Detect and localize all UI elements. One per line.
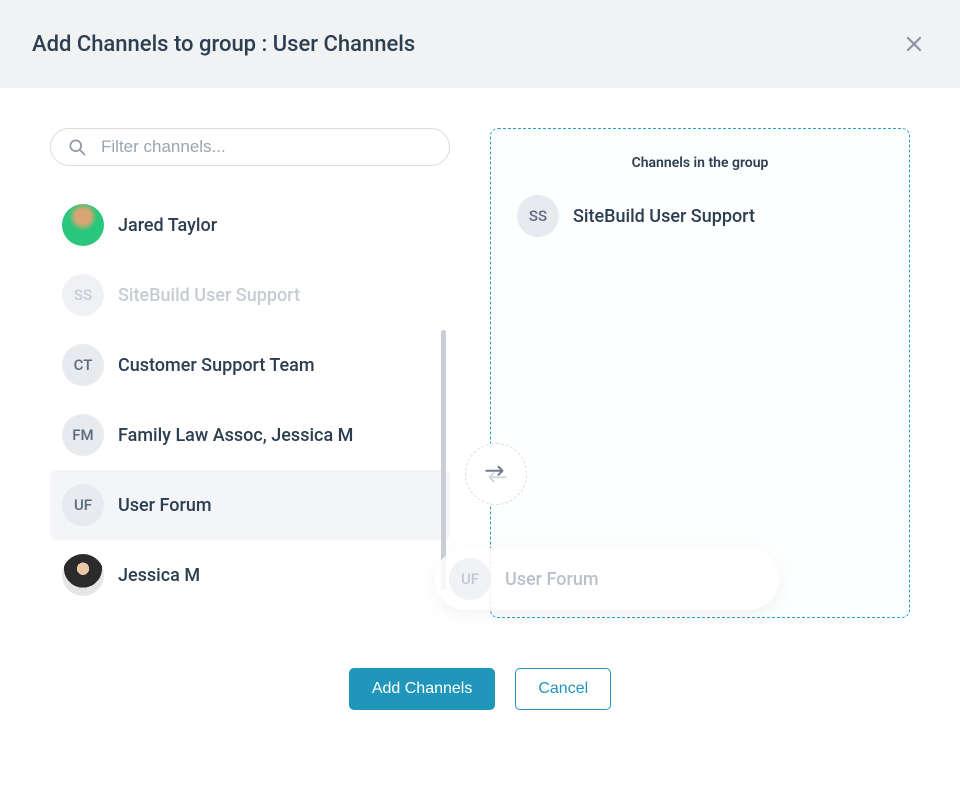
avatar: UF <box>62 484 104 526</box>
channel-item-user-forum[interactable]: UF User Forum <box>50 470 450 540</box>
avatar: SS <box>517 195 559 237</box>
search-wrap <box>50 128 450 166</box>
filter-channels-input[interactable] <box>99 136 433 158</box>
group-channel-item[interactable]: SS SiteBuild User Support <box>515 189 885 243</box>
close-icon <box>905 35 923 53</box>
channel-item-jessica-m[interactable]: Jessica M <box>50 540 450 610</box>
avatar: FM <box>62 414 104 456</box>
channel-label: SiteBuild User Support <box>118 285 300 306</box>
channel-item-customer-support-team[interactable]: CT Customer Support Team <box>50 330 450 400</box>
columns: Jared Taylor SS SiteBuild User Support C… <box>50 128 910 618</box>
scrollbar[interactable] <box>441 330 446 590</box>
close-button[interactable] <box>900 30 928 58</box>
swap-icon <box>483 464 509 484</box>
channel-item-jared-taylor[interactable]: Jared Taylor <box>50 190 450 260</box>
channel-label: Jessica M <box>118 565 200 586</box>
modal-header: Add Channels to group : User Channels <box>0 0 960 88</box>
avatar <box>62 554 104 596</box>
add-channels-button[interactable]: Add Channels <box>349 668 496 710</box>
swap-indicator <box>465 443 527 505</box>
channel-item-family-law-assoc[interactable]: FM Family Law Assoc, Jessica M <box>50 400 450 470</box>
channel-label: SiteBuild User Support <box>573 206 755 227</box>
available-channels-column: Jared Taylor SS SiteBuild User Support C… <box>50 128 450 610</box>
channel-label: Family Law Assoc, Jessica M <box>118 425 353 446</box>
modal-body: Jared Taylor SS SiteBuild User Support C… <box>0 88 960 648</box>
channel-item-sitebuild-user-support: SS SiteBuild User Support <box>50 260 450 330</box>
group-dropzone[interactable]: Channels in the group SS SiteBuild User … <box>490 128 910 618</box>
channel-label: Customer Support Team <box>118 355 315 376</box>
channel-list: Jared Taylor SS SiteBuild User Support C… <box>50 190 450 610</box>
group-channels-column: Channels in the group SS SiteBuild User … <box>490 128 910 618</box>
avatar: CT <box>62 344 104 386</box>
modal-footer: Add Channels Cancel <box>0 648 960 750</box>
add-channels-modal: Add Channels to group : User Channels <box>0 0 960 750</box>
avatar <box>62 204 104 246</box>
channel-label: User Forum <box>118 495 212 516</box>
modal-title: Add Channels to group : User Channels <box>32 32 415 57</box>
channel-label: Jared Taylor <box>118 215 217 236</box>
cancel-button[interactable]: Cancel <box>515 668 611 710</box>
dropzone-title: Channels in the group <box>515 155 885 171</box>
search-icon <box>67 137 87 157</box>
avatar: SS <box>62 274 104 316</box>
